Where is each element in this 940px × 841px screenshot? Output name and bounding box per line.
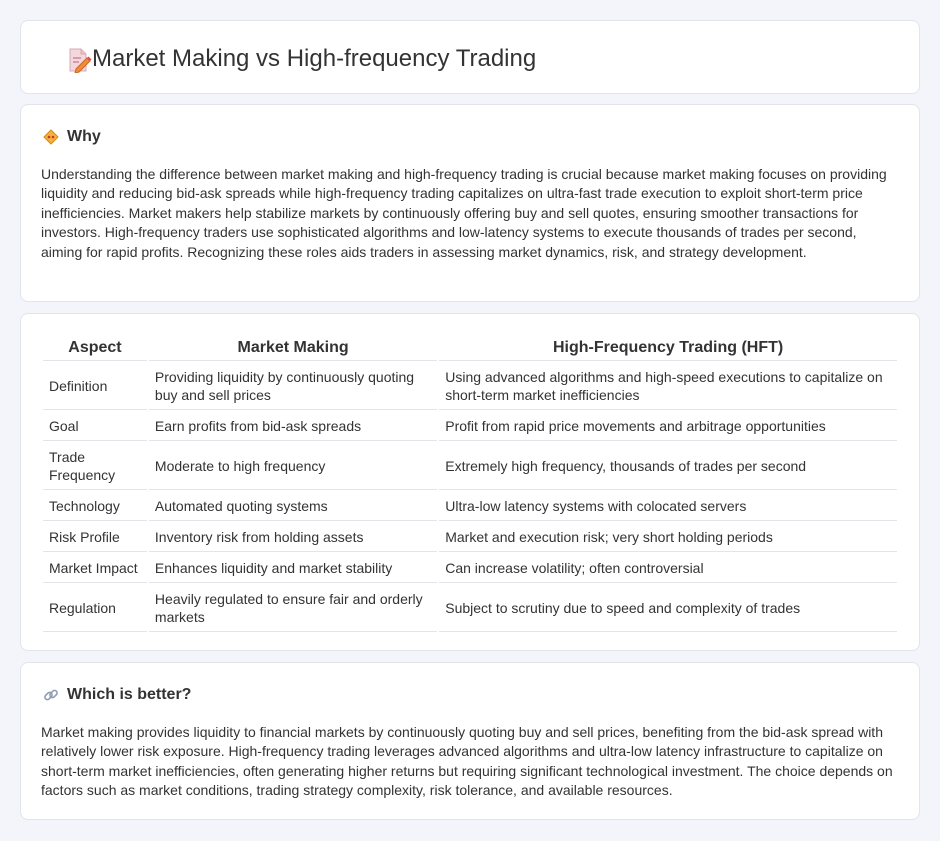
market-making-cell: Moderate to high frequency — [148, 443, 438, 490]
page-title: Market Making vs High-frequency Trading — [92, 45, 537, 72]
market-making-cell: Inventory risk from holding assets — [148, 523, 438, 552]
why-paragraph: Understanding the difference between mar… — [41, 166, 887, 260]
diamond-warning-icon — [43, 129, 59, 145]
table-row: Trade Frequency Moderate to high frequen… — [43, 443, 897, 490]
table-row: Definition Providing liquidity by contin… — [43, 363, 897, 410]
hft-cell: Market and execution risk; very short ho… — [439, 523, 897, 552]
comparison-section: Aspect Market Making High-Frequency Trad… — [20, 313, 920, 651]
market-making-cell: Enhances liquidity and market stability — [148, 554, 438, 583]
aspect-cell: Market Impact — [43, 554, 147, 583]
hft-cell: Can increase volatility; often controver… — [439, 554, 897, 583]
table-row: Risk Profile Inventory risk from holding… — [43, 523, 897, 552]
better-paragraph: Market making provides liquidity to fina… — [41, 724, 893, 799]
header-aspect: Aspect — [43, 336, 147, 361]
table-row: Goal Earn profits from bid-ask spreads P… — [43, 412, 897, 441]
table-header-row: Aspect Market Making High-Frequency Trad… — [43, 336, 897, 361]
market-making-cell: Earn profits from bid-ask spreads — [148, 412, 438, 441]
hft-cell: Using advanced algorithms and high-speed… — [439, 363, 897, 410]
market-making-cell: Heavily regulated to ensure fair and ord… — [148, 585, 438, 632]
why-title: Why — [67, 128, 101, 145]
better-heading: Which is better? — [43, 685, 191, 705]
comparison-table: Aspect Market Making High-Frequency Trad… — [41, 334, 899, 634]
why-heading: Why — [43, 127, 101, 147]
table-row: Market Impact Enhances liquidity and mar… — [43, 554, 897, 583]
aspect-cell: Definition — [43, 363, 147, 410]
table-row: Technology Automated quoting systems Ult… — [43, 492, 897, 521]
aspect-cell: Regulation — [43, 585, 147, 632]
hft-cell: Ultra-low latency systems with colocated… — [439, 492, 897, 521]
aspect-cell: Goal — [43, 412, 147, 441]
link-icon — [43, 687, 59, 703]
hft-cell: Subject to scrutiny due to speed and com… — [439, 585, 897, 632]
aspect-cell: Trade Frequency — [43, 443, 147, 490]
hft-cell: Extremely high frequency, thousands of t… — [439, 443, 897, 490]
document-pencil-icon — [66, 47, 92, 74]
better-title: Which is better? — [67, 686, 192, 703]
table-row: Regulation Heavily regulated to ensure f… — [43, 585, 897, 632]
why-section: Why Understanding the difference between… — [20, 104, 920, 302]
aspect-cell: Technology — [43, 492, 147, 521]
hft-cell: Profit from rapid price movements and ar… — [439, 412, 897, 441]
header-market-making: Market Making — [148, 336, 438, 361]
header-card: Market Making vs High-frequency Trading — [20, 20, 920, 94]
header-hft: High-Frequency Trading (HFT) — [439, 336, 897, 361]
market-making-cell: Automated quoting systems — [148, 492, 438, 521]
which-is-better-section: Which is better? Market making provides … — [20, 662, 920, 820]
aspect-cell: Risk Profile — [43, 523, 147, 552]
market-making-cell: Providing liquidity by continuously quot… — [148, 363, 438, 410]
